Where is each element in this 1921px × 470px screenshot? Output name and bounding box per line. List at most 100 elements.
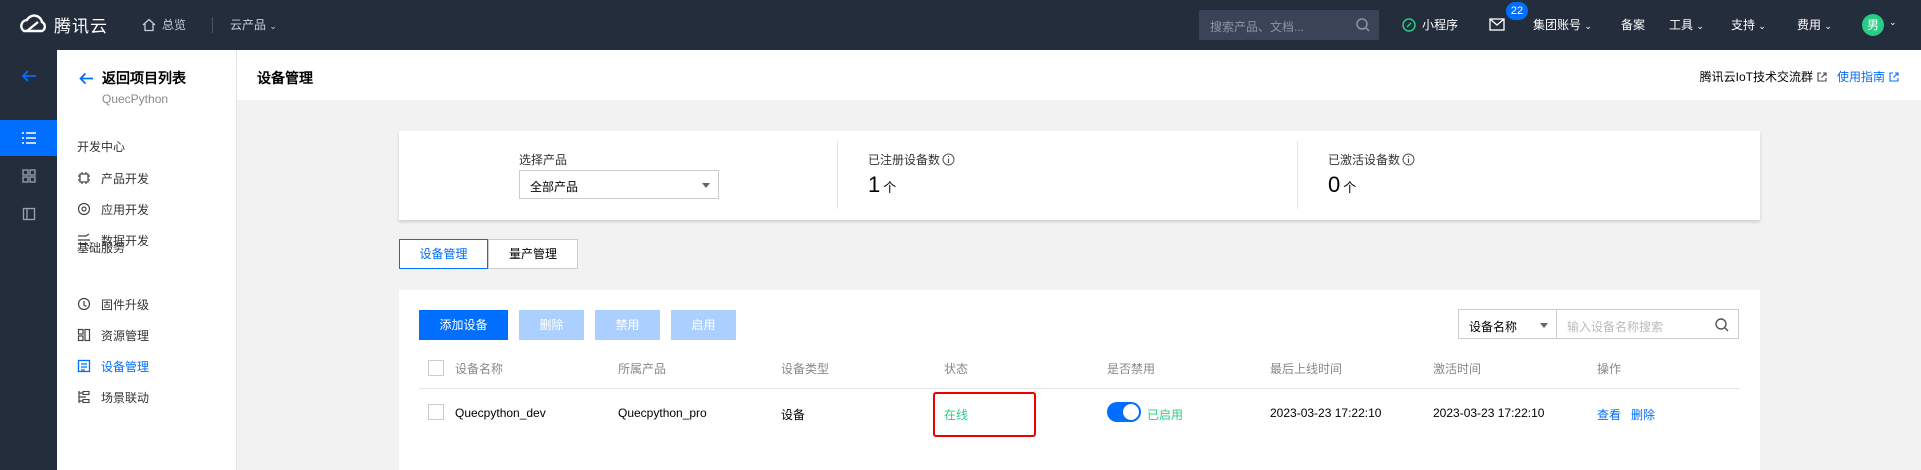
sidebar-item-scene-linkage[interactable]: 场景联动 (57, 379, 236, 415)
column-header: 设备类型 (781, 362, 830, 376)
add-device-button[interactable]: 添加设备 (419, 310, 508, 340)
logo-text: 腾讯云 (54, 17, 108, 36)
nav-billing[interactable]: 费用 ⌄ (1797, 16, 1832, 33)
sidebar-item-label: 固件升级 (101, 297, 150, 312)
registered-count-value: 1 (868, 172, 881, 197)
row-checkbox[interactable] (428, 404, 444, 420)
header-links: 腾讯云IoT技术交流群 使用指南 (1700, 68, 1899, 85)
device-product: Quecpython_pro (618, 406, 707, 420)
mail-badge: 22 (1506, 2, 1528, 20)
device-table-card: 添加设备 删除 禁用 启用 设备名称 输入设备名称搜索 设备名称 所属产品 设备… (399, 290, 1760, 470)
activated-label-text: 已激活设备数 (1328, 153, 1401, 167)
enable-button[interactable]: 启用 (671, 310, 736, 340)
mini-program-icon (1402, 17, 1416, 32)
toggle-knob (1123, 404, 1139, 420)
avatar[interactable]: 男 (1862, 14, 1884, 36)
chevron-down-icon: ⌄ (269, 21, 277, 31)
product-select[interactable]: 全部产品 (519, 170, 719, 199)
activated-label: 已激活设备数 (1328, 151, 1415, 168)
grid-icon (21, 169, 36, 183)
gear-icon (77, 202, 91, 216)
column-header: 最后上线时间 (1270, 362, 1343, 376)
sidebar-item-label: 设备管理 (101, 359, 150, 374)
nav-cloud-products-label: 云产品 (230, 18, 267, 32)
sidebar-item-label: 产品开发 (101, 171, 150, 186)
nav-mini-program-label: 小程序 (1422, 18, 1459, 32)
column-header: 状态 (944, 362, 969, 376)
link-iot-group-label: 腾讯云IoT技术交流群 (1699, 70, 1813, 84)
page-header: 设备管理 腾讯云IoT技术交流群 使用指南 (237, 50, 1921, 100)
header-divider (419, 388, 1740, 389)
scene-icon (78, 390, 90, 404)
nav-support[interactable]: 支持 ⌄ (1731, 16, 1766, 33)
rail-grid[interactable] (0, 158, 57, 194)
info-icon[interactable] (942, 153, 955, 166)
nav-divider (212, 17, 213, 33)
nav-beian[interactable]: 备案 (1621, 16, 1645, 33)
external-link-icon (1817, 71, 1827, 82)
link-user-guide-label: 使用指南 (1836, 70, 1885, 84)
device-icon (77, 359, 91, 373)
document-icon (22, 207, 35, 221)
sidebar-item-label: 资源管理 (101, 328, 150, 343)
rail-doc[interactable] (0, 196, 57, 232)
enable-toggle[interactable] (1107, 402, 1141, 422)
device-type: 设备 (781, 408, 806, 422)
caret-down-icon (702, 183, 710, 188)
column-header: 操作 (1597, 362, 1622, 376)
rail-list[interactable] (0, 120, 57, 156)
divider (837, 141, 838, 209)
device-search-placeholder: 输入设备名称搜索 (1567, 320, 1664, 334)
global-search-placeholder: 搜索产品、文档... (1210, 20, 1305, 34)
last-online-time: 2023-03-23 17:22:10 (1270, 406, 1382, 420)
sidebar-item-label: 场景联动 (101, 390, 150, 405)
search-icon[interactable] (1714, 317, 1730, 333)
mail-icon[interactable] (1489, 18, 1505, 31)
nav-mini-program[interactable]: 小程序 (1402, 16, 1458, 33)
link-user-guide[interactable]: 使用指南 (1837, 68, 1899, 85)
column-header: 设备名称 (455, 362, 504, 376)
disable-button[interactable]: 禁用 (595, 310, 660, 340)
column-header: 激活时间 (1433, 362, 1482, 376)
registered-label: 已注册设备数 (868, 151, 955, 168)
activation-time: 2023-03-23 17:22:10 (1433, 406, 1545, 420)
logo[interactable]: 腾讯云 (18, 12, 108, 37)
global-search-input[interactable]: 搜索产品、文档... (1199, 10, 1379, 40)
tab-device-management[interactable]: 设备管理 (399, 239, 488, 269)
rail-back[interactable] (0, 58, 57, 94)
external-link-icon (1889, 71, 1899, 82)
filter-field-select[interactable]: 设备名称 (1458, 309, 1557, 339)
nav-tools[interactable]: 工具 ⌄ (1669, 16, 1704, 33)
nav-home[interactable]: 总览 (142, 16, 186, 33)
caret-down-icon (1540, 323, 1548, 328)
delete-link[interactable]: 删除 (1631, 406, 1655, 423)
nav-account[interactable]: 集团账号 ⌄ (1533, 16, 1592, 33)
project-name: QuecPython (102, 92, 169, 106)
nav-tools-label: 工具 (1669, 18, 1694, 32)
group-basic-services: 基础服务 (77, 241, 126, 255)
nav-cloud-products[interactable]: 云产品 ⌄ (230, 16, 277, 33)
tab-mass-production[interactable]: 量产管理 (488, 239, 578, 269)
select-product-label: 选择产品 (519, 153, 568, 167)
device-search-input[interactable]: 输入设备名称搜索 (1556, 309, 1739, 339)
highlight-box (933, 392, 1036, 437)
info-icon[interactable] (1402, 153, 1415, 166)
back-to-project-list[interactable]: 返回项目列表 (79, 68, 186, 88)
nav-account-label: 集团账号 (1533, 18, 1582, 32)
icon-rail (0, 50, 57, 470)
view-link[interactable]: 查看 (1597, 406, 1621, 423)
nav-home-label: 总览 (162, 18, 187, 32)
delete-button[interactable]: 删除 (519, 310, 584, 340)
top-nav: 腾讯云 总览 云产品 ⌄ 搜索产品、文档... 小程序 22 集团账号 ⌄ 备案… (0, 0, 1921, 50)
divider (1297, 141, 1298, 209)
group-dev-center: 开发中心 (77, 140, 126, 154)
stats-card: 选择产品 全部产品 已注册设备数 1个 已激活设备数 0个 (399, 131, 1760, 220)
select-all-checkbox[interactable] (428, 360, 444, 376)
nav-billing-label: 费用 (1797, 18, 1822, 32)
link-iot-group[interactable]: 腾讯云IoT技术交流群 (1700, 68, 1827, 85)
chevron-down-icon: ⌄ (1758, 21, 1766, 31)
sidebar-item-label: 应用开发 (101, 202, 150, 217)
chevron-down-icon[interactable]: ⌄ (1889, 17, 1897, 28)
page-title: 设备管理 (257, 70, 313, 86)
column-header: 是否禁用 (1107, 362, 1156, 376)
